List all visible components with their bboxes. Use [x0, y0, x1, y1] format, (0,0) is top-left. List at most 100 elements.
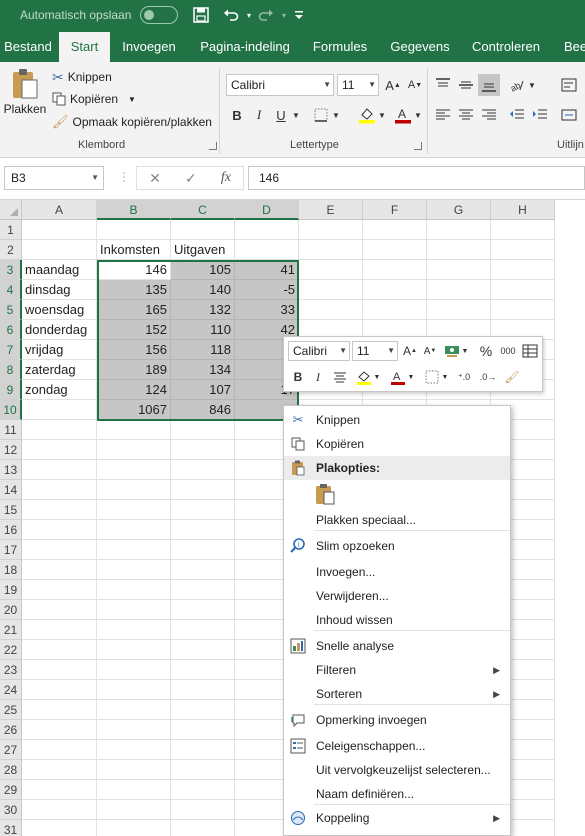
cell-a11[interactable]	[22, 420, 97, 440]
cell-c25[interactable]	[171, 700, 235, 720]
cell-f2[interactable]	[363, 240, 427, 260]
menu-item-uit-vervolgkeuzelijst-selecteren[interactable]: Uit vervolgkeuzelijst selecteren...	[284, 758, 510, 782]
cell-a18[interactable]	[22, 560, 97, 580]
cell-b22[interactable]	[97, 640, 171, 660]
row-header-31[interactable]: 31	[0, 820, 22, 836]
column-header-c[interactable]: C	[171, 200, 235, 220]
copy-button[interactable]: Kopiëren ▼	[52, 90, 136, 108]
row-header-8[interactable]: 8	[0, 360, 22, 380]
menu-item-koppeling[interactable]: Koppeling ▶	[284, 806, 510, 830]
cell-b24[interactable]	[97, 680, 171, 700]
cell-c12[interactable]	[171, 440, 235, 460]
menu-item-slim-opzoeken[interactable]: i Slim opzoeken	[284, 534, 510, 558]
menu-item-knippen[interactable]: ✂ Knippen	[284, 408, 510, 432]
cell-a5[interactable]: woensdag	[22, 300, 97, 320]
decrease-indent-icon[interactable]	[506, 104, 528, 126]
cell-f4[interactable]	[363, 280, 427, 300]
row-header-20[interactable]: 20	[0, 600, 22, 620]
cell-c20[interactable]	[171, 600, 235, 620]
cell-e2[interactable]	[299, 240, 363, 260]
cell-c18[interactable]	[171, 560, 235, 580]
row-header-12[interactable]: 12	[0, 440, 22, 460]
cell-c19[interactable]	[171, 580, 235, 600]
cell-a21[interactable]	[22, 620, 97, 640]
cell-g2[interactable]	[427, 240, 491, 260]
tab-controleren[interactable]: Controleren	[466, 32, 546, 62]
enter-icon[interactable]: ✓	[185, 170, 197, 187]
cell-a13[interactable]	[22, 460, 97, 480]
orientation-icon[interactable]: ab	[506, 74, 528, 96]
cell-b30[interactable]	[97, 800, 171, 820]
cell-a30[interactable]	[22, 800, 97, 820]
font-size-combo[interactable]: 11 ▼	[337, 74, 379, 96]
menu-item-plakken-speciaal[interactable]: Plakken speciaal...	[284, 508, 510, 532]
cell-a10[interactable]	[22, 400, 97, 420]
fill-color-icon[interactable]	[356, 104, 378, 126]
column-header-a[interactable]: A	[22, 200, 97, 220]
cell-b27[interactable]	[97, 740, 171, 760]
cell-a16[interactable]	[22, 520, 97, 540]
mini-italic-icon[interactable]: I	[308, 367, 328, 387]
column-header-d[interactable]: D	[235, 200, 299, 220]
cell-b19[interactable]	[97, 580, 171, 600]
cell-h5[interactable]	[491, 300, 555, 320]
cell-b10[interactable]: 1067	[97, 400, 171, 420]
drag-handle-icon[interactable]: ⋮	[118, 170, 130, 184]
font-color-dropdown-icon[interactable]: ▼	[412, 104, 424, 126]
align-top-icon[interactable]	[432, 74, 454, 96]
cell-a3[interactable]: maandag	[22, 260, 97, 280]
mini-fill-color-icon[interactable]	[354, 367, 374, 387]
cell-b20[interactable]	[97, 600, 171, 620]
mini-font-color-icon[interactable]: A	[388, 367, 408, 387]
cell-a9[interactable]: zondag	[22, 380, 97, 400]
cell-a25[interactable]	[22, 700, 97, 720]
font-name-combo[interactable]: Calibri ▼	[226, 74, 334, 96]
cell-e3[interactable]	[299, 260, 363, 280]
row-header-3[interactable]: 3	[0, 260, 22, 280]
mini-font-name-combo[interactable]: Calibri ▼	[288, 341, 350, 361]
cell-a14[interactable]	[22, 480, 97, 500]
row-header-1[interactable]: 1	[0, 220, 22, 240]
row-header-19[interactable]: 19	[0, 580, 22, 600]
mini-fill-dropdown-icon[interactable]: ▼	[372, 367, 382, 387]
cell-b17[interactable]	[97, 540, 171, 560]
clipboard-launcher-icon[interactable]	[209, 142, 217, 150]
row-header-4[interactable]: 4	[0, 280, 22, 300]
cell-a17[interactable]	[22, 540, 97, 560]
cell-g5[interactable]	[427, 300, 491, 320]
cell-d2[interactable]	[235, 240, 299, 260]
row-header-27[interactable]: 27	[0, 740, 22, 760]
cell-b2[interactable]: Inkomsten	[97, 240, 171, 260]
cell-c17[interactable]	[171, 540, 235, 560]
format-painter-button[interactable]: 🖌 Opmaak kopiëren/plakken	[52, 113, 212, 131]
row-header-10[interactable]: 10	[0, 400, 22, 420]
select-all-button[interactable]	[0, 200, 22, 220]
cell-c28[interactable]	[171, 760, 235, 780]
row-header-21[interactable]: 21	[0, 620, 22, 640]
cell-a2[interactable]	[22, 240, 97, 260]
bold-icon[interactable]: B	[226, 104, 248, 126]
cell-a22[interactable]	[22, 640, 97, 660]
align-middle-icon[interactable]	[455, 74, 477, 96]
align-left-icon[interactable]	[432, 104, 454, 126]
cell-c23[interactable]	[171, 660, 235, 680]
cell-c5[interactable]: 132	[171, 300, 235, 320]
mini-format-painter-icon[interactable]: 🖌	[502, 367, 522, 387]
cell-a29[interactable]	[22, 780, 97, 800]
cell-b12[interactable]	[97, 440, 171, 460]
cell-a1[interactable]	[22, 220, 97, 240]
cell-b18[interactable]	[97, 560, 171, 580]
cell-c1[interactable]	[171, 220, 235, 240]
column-header-h[interactable]: H	[491, 200, 555, 220]
align-bottom-icon[interactable]	[478, 74, 500, 96]
cell-c7[interactable]: 118	[171, 340, 235, 360]
cell-c4[interactable]: 140	[171, 280, 235, 300]
underline-dropdown-icon[interactable]: ▼	[290, 104, 302, 126]
cell-b25[interactable]	[97, 700, 171, 720]
format-table-icon[interactable]	[520, 341, 540, 361]
tab-beeld[interactable]: Bee	[556, 32, 585, 62]
cell-a24[interactable]	[22, 680, 97, 700]
cell-c26[interactable]	[171, 720, 235, 740]
tab-invoegen[interactable]: Invoegen	[114, 32, 184, 62]
tab-bestand[interactable]: Bestand	[0, 32, 56, 62]
